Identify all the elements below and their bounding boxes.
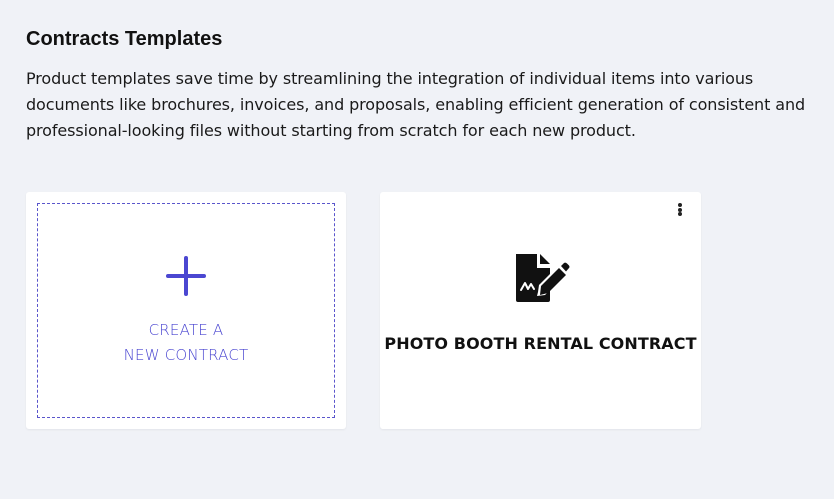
- page-description: Product templates save time by streamlin…: [26, 69, 806, 140]
- template-title[interactable]: PHOTO BOOTH RENTAL CONTRACT: [380, 333, 701, 355]
- file-signature-icon: [516, 254, 570, 302]
- create-contract-card[interactable]: CREATE A NEW CONTRACT: [26, 192, 346, 429]
- page-title: Contracts Templates: [26, 28, 223, 50]
- create-contract-label: CREATE A NEW CONTRACT: [38, 318, 334, 368]
- create-contract-label-line1: CREATE A: [148, 321, 224, 339]
- kebab-menu-icon[interactable]: [677, 203, 683, 216]
- create-contract-dashed-area[interactable]: CREATE A NEW CONTRACT: [37, 203, 335, 418]
- plus-icon: [166, 256, 206, 296]
- create-contract-label-line2: NEW CONTRACT: [123, 346, 249, 364]
- template-card[interactable]: PHOTO BOOTH RENTAL CONTRACT: [380, 192, 701, 429]
